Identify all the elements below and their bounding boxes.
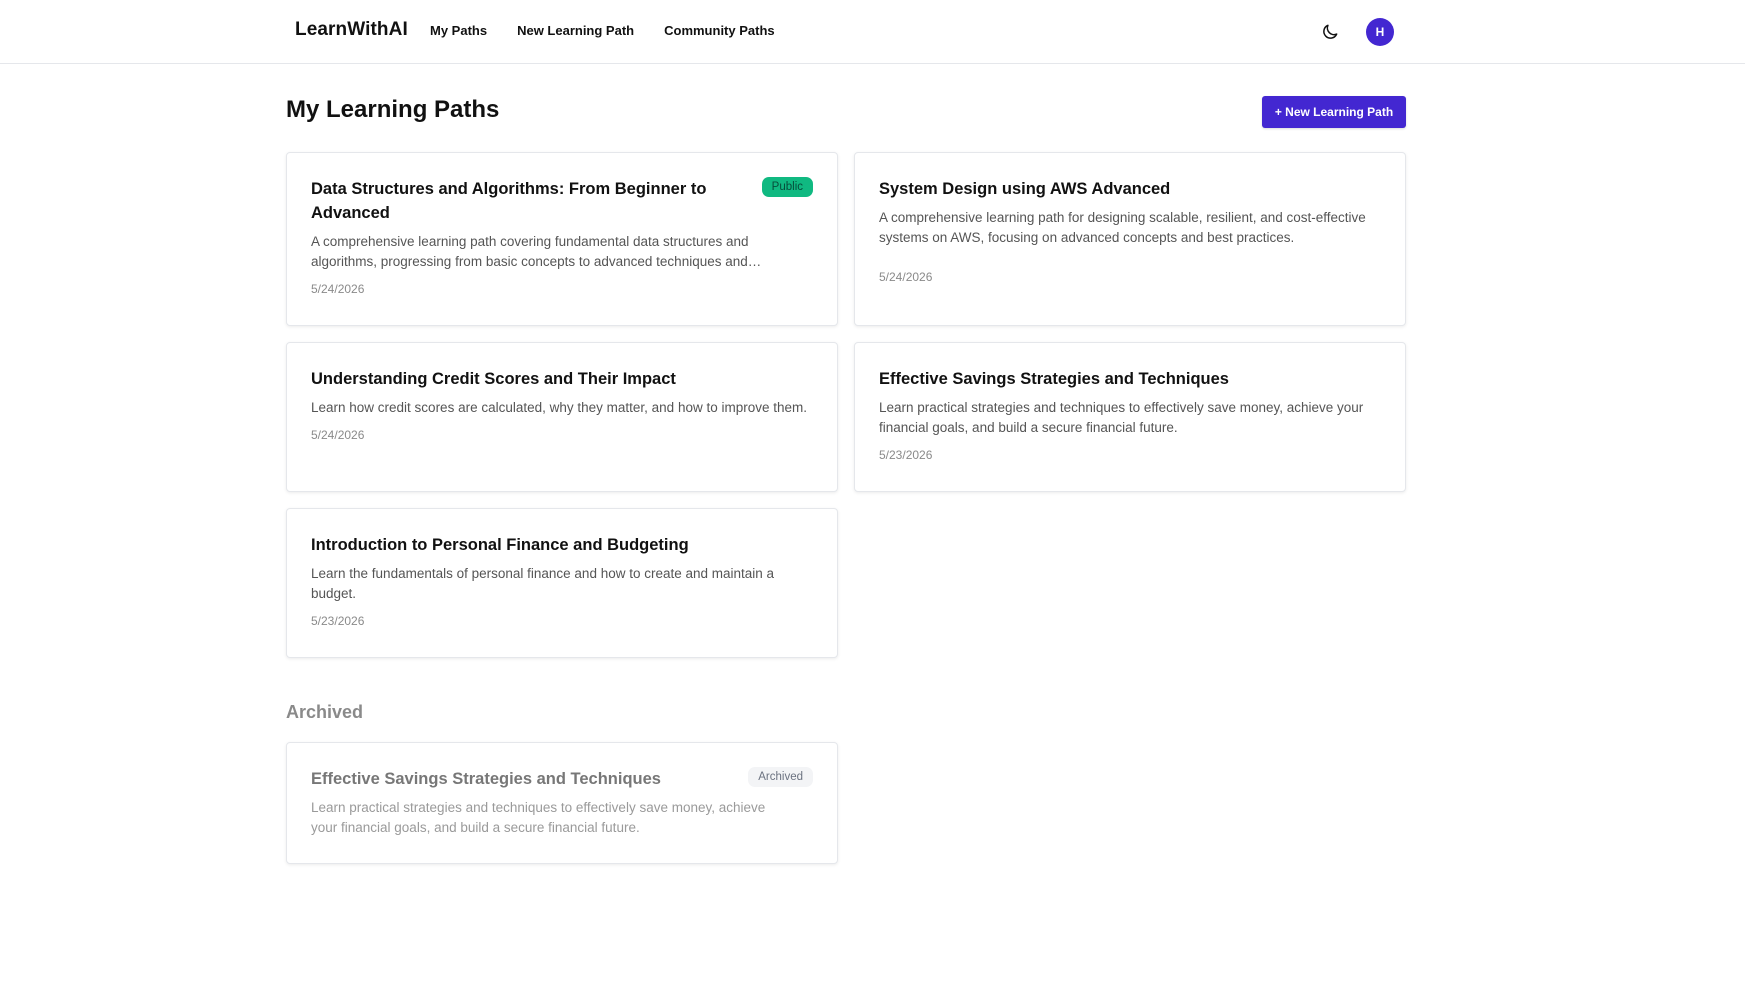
path-card[interactable]: Introduction to Personal Finance and Bud… xyxy=(286,508,838,658)
path-card-description: Learn practical strategies and technique… xyxy=(879,400,1364,435)
path-card-description: Learn how credit scores are calculated, … xyxy=(311,400,807,415)
user-avatar[interactable]: H xyxy=(1366,18,1394,46)
path-card-description: A comprehensive learning path covering f… xyxy=(311,234,762,269)
path-card[interactable]: System Design using AWS Advanced A compr… xyxy=(854,152,1406,326)
path-card-date: 5/24/2026 xyxy=(879,270,933,284)
path-card-title: Introduction to Personal Finance and Bud… xyxy=(311,536,689,554)
archived-section-title: Archived xyxy=(286,702,364,722)
path-card[interactable]: Data Structures and Algorithms: From Beg… xyxy=(286,152,838,326)
page-title: My Learning Paths xyxy=(286,96,500,123)
path-card-description: Learn the fundamentals of personal finan… xyxy=(311,566,775,601)
path-card-title: System Design using AWS Advanced xyxy=(879,180,1171,198)
path-card-title: Data Structures and Algorithms: From Beg… xyxy=(311,180,707,222)
top-nav-bar: LearnWithAI My Paths New Learning Path C… xyxy=(0,0,1745,64)
path-card-title: Effective Savings Strategies and Techniq… xyxy=(311,770,661,788)
nav-community-paths[interactable]: Community Paths xyxy=(664,23,775,38)
public-badge: Public xyxy=(761,177,813,197)
path-card[interactable]: Effective Savings Strategies and Techniq… xyxy=(854,342,1406,492)
path-card-date: 5/24/2026 xyxy=(311,282,365,296)
path-card-title: Effective Savings Strategies and Techniq… xyxy=(879,370,1229,388)
main-nav: My Paths New Learning Path Community Pat… xyxy=(430,23,805,38)
path-card-date: 5/23/2026 xyxy=(311,614,365,628)
path-card[interactable]: Understanding Credit Scores and Their Im… xyxy=(286,342,838,492)
archived-badge: Archived xyxy=(748,767,813,787)
moon-icon xyxy=(1323,24,1338,39)
new-learning-path-button[interactable]: + New Learning Path xyxy=(1262,96,1406,128)
theme-toggle-button[interactable] xyxy=(1316,18,1344,46)
brand-logo[interactable]: LearnWithAI xyxy=(295,19,408,41)
path-card-description: A comprehensive learning path for design… xyxy=(879,210,1366,245)
nav-new-learning-path[interactable]: New Learning Path xyxy=(517,23,634,38)
path-card-description: Learn practical strategies and technique… xyxy=(311,800,766,835)
archived-path-card[interactable]: Effective Savings Strategies and Techniq… xyxy=(286,742,838,864)
path-card-date: 5/23/2026 xyxy=(879,448,933,462)
nav-my-paths[interactable]: My Paths xyxy=(430,23,487,38)
path-card-title: Understanding Credit Scores and Their Im… xyxy=(311,370,676,388)
path-card-date: 5/24/2026 xyxy=(311,428,365,442)
